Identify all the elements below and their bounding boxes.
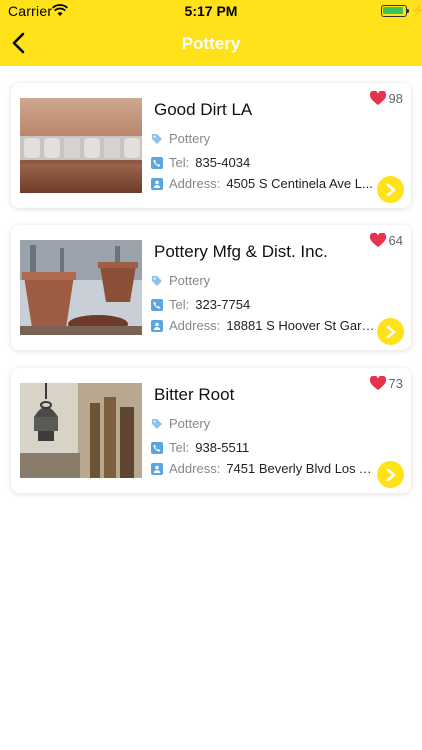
phone-row[interactable]: Tel: 835-4034 (151, 155, 250, 170)
category-row: Pottery (151, 273, 210, 288)
category-label: Pottery (169, 273, 211, 288)
status-time: 5:17 PM (184, 3, 238, 19)
tel-label: Tel: (169, 440, 190, 455)
tag-icon (152, 275, 162, 286)
address-icon (151, 462, 163, 475)
category-row: Pottery (151, 416, 210, 431)
open-listing-button[interactable] (377, 318, 404, 345)
address-icon (151, 177, 163, 190)
category-row: Pottery (151, 131, 210, 146)
phone-icon (151, 298, 163, 311)
address-label: Address: (169, 318, 221, 333)
address-row: Address: 18881 S Hoover St Gard... (151, 318, 376, 333)
listing-card-pottery-mfg[interactable]: Pottery Mfg & Dist. Inc. 64 Pottery Tel:… (11, 225, 411, 350)
heart-icon (369, 233, 386, 247)
listing-name: Bitter Root (154, 385, 235, 404)
address-row: Address: 4505 S Centinela Ave L... (151, 176, 373, 191)
open-listing-button[interactable] (377, 176, 404, 203)
like-count[interactable]: 98 (369, 91, 403, 106)
page-title: Pottery (181, 34, 241, 53)
phone-icon (151, 441, 163, 454)
address-value: 7451 Beverly Blvd Los A... (226, 461, 377, 476)
tel-label: Tel: (169, 297, 190, 312)
open-listing-button[interactable] (377, 461, 404, 488)
like-count[interactable]: 64 (369, 233, 403, 248)
phone-icon (151, 156, 163, 169)
address-row: Address: 7451 Beverly Blvd Los A... (151, 461, 376, 476)
like-count-value: 64 (388, 233, 403, 248)
listing-name: Pottery Mfg & Dist. Inc. (154, 242, 328, 261)
address-label: Address: (169, 176, 221, 191)
tel-label: Tel: (169, 155, 190, 170)
battery-icon (381, 5, 409, 17)
tag-icon (152, 418, 162, 429)
tag-icon (152, 133, 162, 144)
address-icon (151, 319, 163, 332)
status-bar: Carrier 5:17 PM ⚡ (0, 0, 422, 22)
listing-name: Good Dirt LA (154, 100, 253, 119)
listing-card-bitter-root[interactable]: Bitter Root 73 Pottery Tel: 938-5511 Add… (11, 368, 411, 493)
like-count-value: 98 (388, 91, 403, 106)
address-label: Address: (169, 461, 221, 476)
address-value: 4505 S Centinela Ave L... (226, 176, 373, 191)
listing-photo-lantern (20, 383, 142, 478)
phone-row[interactable]: Tel: 938-5511 (151, 440, 249, 455)
chevron-right-icon (386, 325, 395, 338)
listing-card-good-dirt-la[interactable]: Good Dirt LA 98 Pottery Tel: 835-4034 Ad… (11, 83, 411, 208)
category-label: Pottery (169, 131, 211, 146)
chevron-right-icon (386, 468, 395, 481)
nav-bar: Carrier 5:17 PM ⚡ Pottery (0, 0, 422, 66)
like-count[interactable]: 73 (369, 376, 403, 391)
category-label: Pottery (169, 416, 211, 431)
heart-icon (369, 91, 386, 105)
tel-value: 323-7754 (195, 297, 251, 312)
address-value: 18881 S Hoover St Gard... (226, 318, 377, 333)
heart-icon (369, 376, 386, 390)
tel-value: 938-5511 (195, 440, 250, 455)
chevron-right-icon (386, 183, 395, 196)
listing-photo-stamped-clay (20, 98, 142, 193)
charging-icon: ⚡ (410, 3, 422, 17)
listing-photo-clay-pots (20, 240, 142, 335)
like-count-value: 73 (388, 376, 403, 391)
phone-row[interactable]: Tel: 323-7754 (151, 297, 250, 312)
tel-value: 835-4034 (195, 155, 251, 170)
